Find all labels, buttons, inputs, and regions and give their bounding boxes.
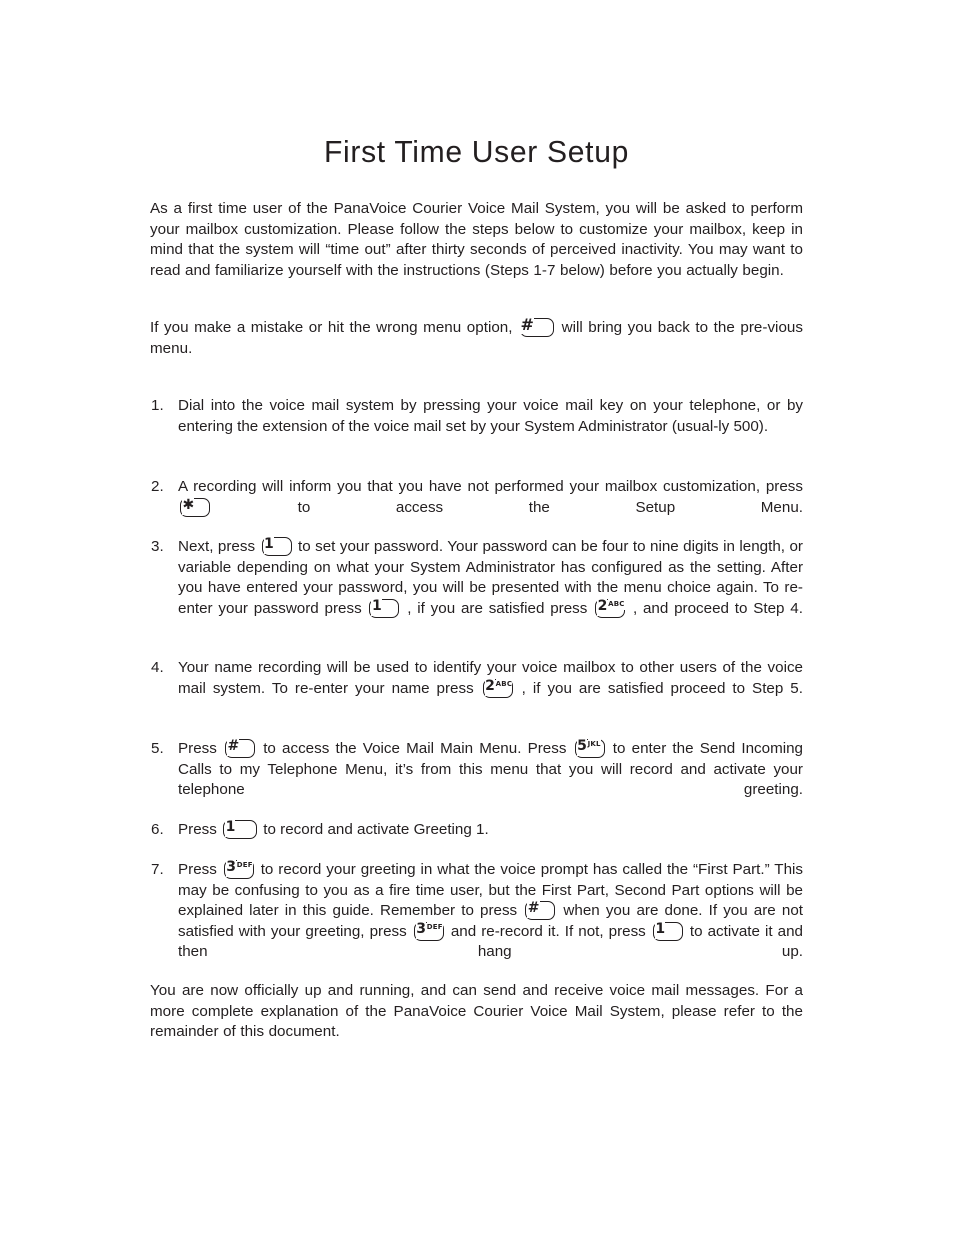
list-item-number: 1. — [151, 397, 164, 414]
list-item-text: , if you are satisfied proceed to Step 5… — [521, 679, 803, 697]
intro-paragraph-2-before: If you make a mistake or hit the wrong m… — [150, 319, 513, 336]
list-item-text: to record and activate Greeting 1. — [263, 821, 489, 838]
one-key-icon: 1 — [223, 818, 258, 839]
list-item-body: Press 3 DEF to record your greeting in wh… — [178, 858, 803, 963]
list-item-text: , if you are satisfied press — [407, 599, 588, 617]
list-item-number: 4. — [151, 659, 164, 676]
closing-paragraph-text: You are now officially up and running, a… — [150, 982, 803, 1041]
intro-paragraph-2: If you make a mistake or hit the wrong m… — [150, 315, 803, 359]
list-item-text: Next, press — [178, 538, 256, 555]
five-key-icon: 5 JKL — [574, 737, 605, 758]
three-key-icon: 3 DEF — [413, 919, 444, 941]
intro-paragraph-1: As a first time user of the PanaVoice Co… — [150, 199, 803, 281]
list-item-body: Press # to access the Voice Mail Main Me… — [178, 737, 803, 801]
list-item-text: , and proceed to Step 4. — [632, 599, 803, 617]
pound-key-icon: # — [225, 737, 256, 758]
list-item-text: to access the Voice Mail Main Menu. Pres… — [263, 740, 567, 757]
two-key-icon: 2 ABC — [595, 596, 626, 618]
one-key-icon: 1 — [261, 535, 292, 556]
list-item-text: Dial into the voice mail system by press… — [178, 397, 803, 435]
list-item-number: 7. — [151, 861, 164, 878]
list-item-text: to access the Setup Menu. — [297, 498, 803, 516]
closing-paragraph: You are now officially up and running, a… — [150, 981, 803, 1043]
document-page: First Time User Setup As a first time us… — [0, 0, 954, 1235]
pound-key-icon: # — [525, 899, 556, 921]
list-item: 5. Press # to access the Voice Mail Main… — [150, 737, 803, 801]
list-item-number: 5. — [151, 740, 164, 757]
list-item-text: Press — [178, 821, 217, 838]
list-item-body: Next, press 1 to set your password. Your… — [178, 535, 803, 619]
list-item-text: Press — [178, 861, 217, 878]
list-item-text: Press — [178, 740, 217, 757]
list-item-text: A recording will inform you that you hav… — [178, 478, 803, 495]
page-title: First Time User Setup — [323, 134, 630, 169]
one-key-icon: 1 — [369, 596, 400, 618]
three-key-icon: 3 DEF — [223, 858, 254, 879]
two-key-icon: 2 ABC — [482, 676, 513, 698]
intro-paragraph-1-text: As a first time user of the PanaVoice Co… — [150, 200, 803, 279]
list-item-body: Your name recording will be used to iden… — [178, 658, 803, 699]
list-item: 7. Press 3 DEF to record your greeting in… — [150, 858, 803, 963]
list-item-body: Dial into the voice mail system by press… — [178, 396, 803, 437]
one-key-icon: 1 — [652, 919, 683, 941]
list-item: 2. A recording will inform you that you … — [150, 477, 803, 518]
list-item: 4. Your name recording will be used to i… — [150, 658, 803, 699]
list-item-body: A recording will inform you that you hav… — [178, 477, 803, 518]
list-item: 3. Next, press 1 to set your password. Y… — [150, 535, 803, 619]
pound-key-icon: # — [520, 315, 555, 337]
list-item-number: 6. — [151, 821, 164, 838]
intro-paragraph-2-text: If you make a mistake or hit the wrong m… — [150, 315, 803, 359]
list-item: 6. Press 1 to record and activate Greeti… — [150, 818, 803, 841]
star-key-icon: ✱ — [180, 495, 210, 517]
list-item-number: 3. — [151, 538, 164, 555]
list-item-number: 2. — [151, 478, 164, 495]
list-item-text: and re-record it. If not, press — [450, 922, 646, 940]
list-item: 1. Dial into the voice mail system by pr… — [150, 396, 803, 437]
list-item-body: Press 1 to record and activate Greeting … — [178, 818, 803, 841]
